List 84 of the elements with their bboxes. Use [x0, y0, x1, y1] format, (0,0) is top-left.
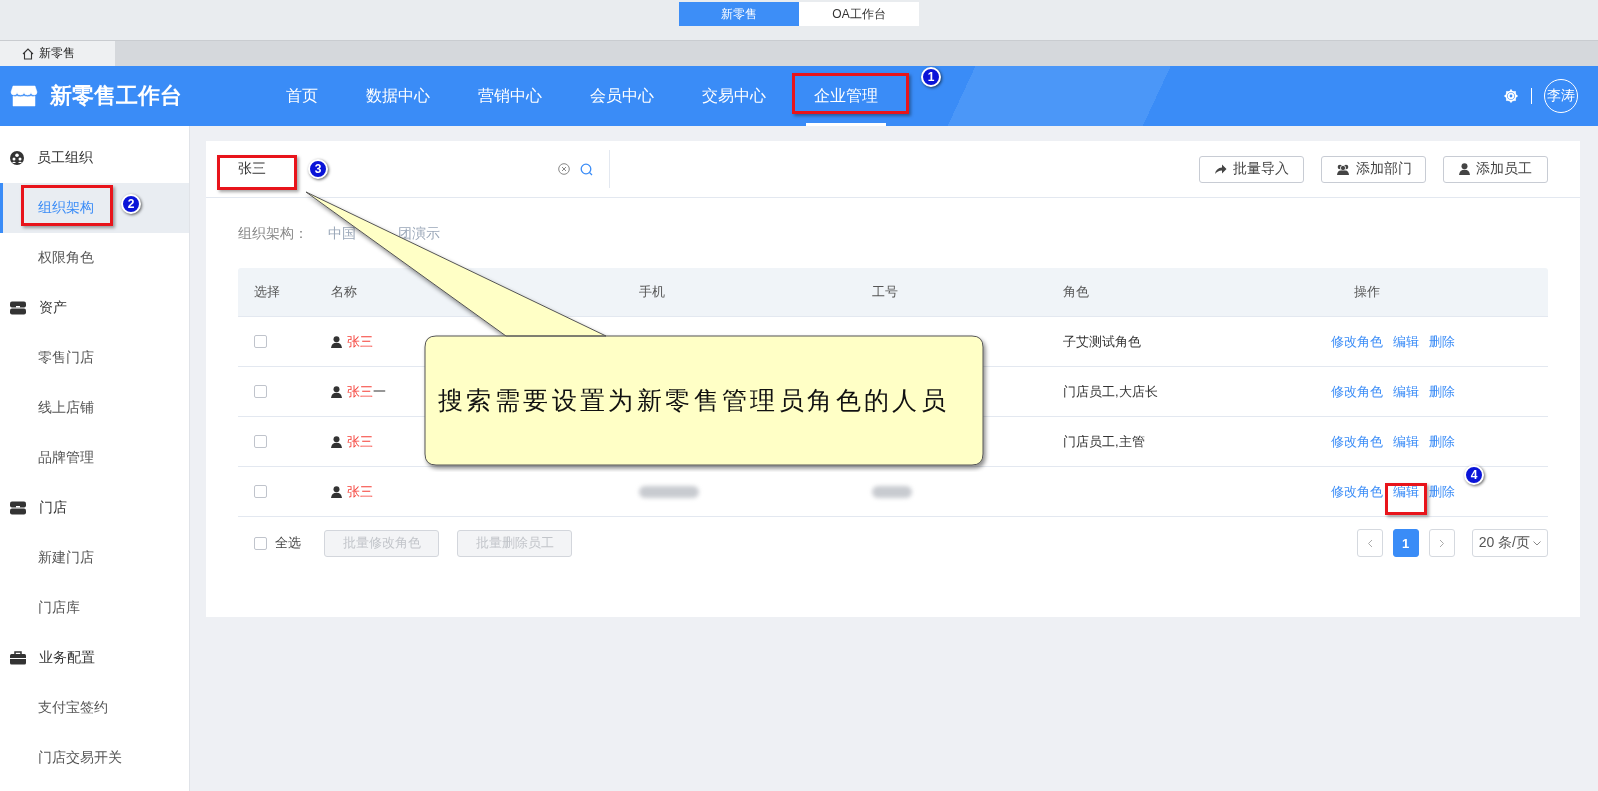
org-path-link[interactable]: 中国 — [328, 225, 356, 243]
page-number-button[interactable]: 1 — [1392, 529, 1419, 557]
app-switch-tab[interactable]: OA工作台 — [799, 2, 919, 26]
role-cell: 门店员工,主管 — [1063, 433, 1145, 449]
app-logo-text: 新零售工作台 — [50, 82, 182, 110]
sidebar-item[interactable]: 门店交易开关 — [0, 733, 189, 783]
row-checkbox[interactable] — [254, 435, 267, 448]
action-link[interactable]: 编辑 — [1393, 382, 1419, 401]
clear-icon[interactable] — [558, 163, 570, 175]
nav-tab[interactable]: 数据中心 — [342, 66, 454, 126]
row-checkbox[interactable] — [254, 385, 267, 398]
column-header: 操作 — [1353, 283, 1381, 301]
toolbar-button[interactable]: 添加部门 — [1321, 155, 1426, 183]
nav-tab[interactable]: 首页 — [262, 66, 342, 126]
action-link[interactable]: 删除 — [1429, 382, 1455, 401]
action-link[interactable]: 修改角色 — [1331, 332, 1383, 351]
action-link[interactable]: 编辑 — [1393, 432, 1419, 451]
row-checkbox[interactable] — [254, 485, 267, 498]
highlight-frame — [1385, 483, 1427, 515]
column-header: 工号 — [871, 283, 899, 301]
employee-name[interactable]: 张三 — [347, 482, 373, 501]
people-icon — [10, 151, 24, 165]
sidebar-group[interactable]: 资产 — [39, 299, 67, 317]
drawer-icon — [10, 301, 26, 315]
caret-icon — [1533, 540, 1541, 546]
sidebar-item[interactable]: 支付宝签约 — [0, 683, 189, 733]
sidebar-item[interactable]: 门店库 — [0, 583, 189, 633]
callout-text: 搜索需要设置为新零售管理员角色的人员 — [438, 385, 950, 417]
employee-name[interactable]: 张三 — [347, 432, 373, 451]
drawer-icon — [10, 501, 26, 515]
nav-tab[interactable]: 会员中心 — [566, 66, 678, 126]
next-page-button[interactable] — [1428, 529, 1455, 557]
action-link[interactable]: 删除 — [1429, 432, 1455, 451]
user-icon — [331, 335, 342, 348]
employee-name[interactable]: 张三一 — [347, 382, 386, 401]
action-link[interactable]: 删除 — [1429, 332, 1455, 351]
nav-tab[interactable]: 交易中心 — [678, 66, 790, 126]
toolbar-button[interactable]: 添加员工 — [1443, 155, 1548, 183]
users-icon — [1335, 163, 1350, 175]
user-avatar[interactable]: 李涛 — [1544, 79, 1578, 113]
page-tab[interactable]: 新零售 — [0, 41, 115, 66]
org-path-label: 组织架构： — [238, 225, 308, 243]
previous-page-button[interactable] — [1356, 529, 1383, 557]
user-icon — [1459, 163, 1470, 175]
page-size-select[interactable]: 20 条/页 — [1471, 529, 1548, 557]
briefcase-icon — [10, 651, 26, 665]
row-checkbox[interactable] — [254, 335, 267, 348]
sidebar-item[interactable]: 权限角色 — [0, 233, 189, 283]
user-icon — [331, 435, 342, 448]
employee-name[interactable]: 张三 — [347, 332, 373, 351]
select-all-checkbox[interactable] — [254, 536, 267, 550]
column-header: 名称 — [330, 283, 358, 301]
sidebar-item[interactable]: 线上店铺 — [0, 383, 189, 433]
role-cell: 门店员工,大店长 — [1063, 383, 1158, 399]
action-link[interactable]: 删除 — [1429, 482, 1455, 501]
action-link[interactable]: 修改角色 — [1331, 432, 1383, 451]
settings-icon[interactable] — [1503, 88, 1519, 104]
store-icon — [10, 84, 38, 108]
column-header: 选择 — [253, 283, 281, 301]
sidebar-group[interactable]: 员工组织 — [37, 149, 93, 167]
action-link[interactable]: 修改角色 — [1331, 482, 1383, 501]
nav-tab[interactable]: 营销中心 — [454, 66, 566, 126]
sidebar-group[interactable]: 业务配置 — [39, 649, 95, 667]
action-link[interactable]: 修改角色 — [1331, 382, 1383, 401]
share-arrow-icon — [1214, 163, 1227, 175]
chevron-left-icon — [1366, 538, 1373, 548]
app-switch-tab[interactable]: 新零售 — [679, 2, 799, 26]
sidebar-item[interactable]: 品牌管理 — [0, 433, 189, 483]
nav-tab[interactable]: 企业管理 — [790, 66, 902, 126]
sidebar-group[interactable]: 门店 — [39, 499, 67, 517]
sidebar-item[interactable]: 零售门店 — [0, 333, 189, 383]
select-all-label[interactable]: 全选 — [275, 534, 301, 552]
user-icon — [331, 385, 342, 398]
column-header: 角色 — [1062, 283, 1090, 301]
action-link[interactable]: 编辑 — [1393, 332, 1419, 351]
user-icon — [331, 485, 342, 498]
sidebar-item[interactable]: 新建门店 — [0, 533, 189, 583]
toolbar-button[interactable]: 批量导入 — [1199, 155, 1304, 183]
action-link[interactable]: 编辑 — [1393, 482, 1419, 501]
home-icon — [22, 47, 34, 60]
role-cell: 子艾测试角色 — [1063, 333, 1141, 349]
search-icon[interactable] — [580, 162, 593, 176]
column-header: 手机 — [638, 283, 666, 301]
chevron-right-icon — [1438, 538, 1445, 548]
